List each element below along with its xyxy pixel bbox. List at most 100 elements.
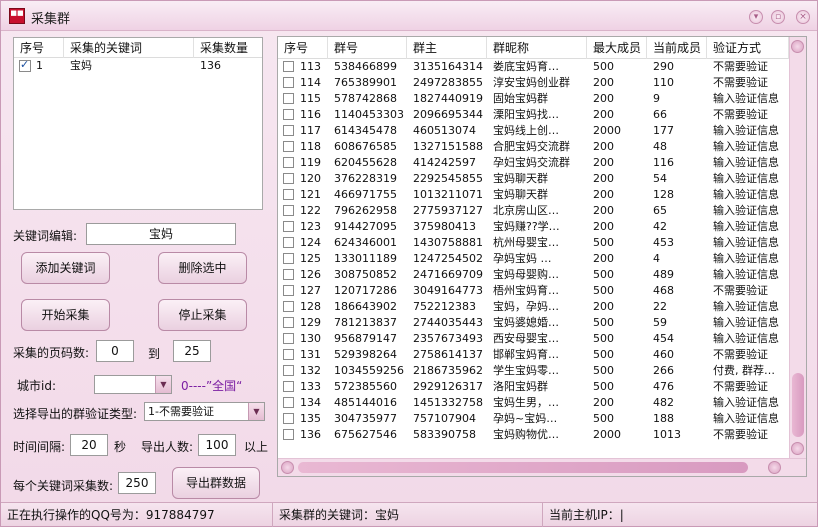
table-row[interactable]: 131 529398264 2758614137 邯郸宝妈育… 500 460 不需要验证 <box>278 347 806 363</box>
table-row[interactable]: 118 608676585 1327151588 合肥宝妈交流群 200 48 输入验证信息 <box>278 139 806 155</box>
table-row[interactable]: 126 308750852 2471669709 宝妈母婴购… 500 489 输入验证信息 <box>278 267 806 283</box>
row-checkbox[interactable] <box>283 61 294 72</box>
row-checkbox[interactable] <box>283 349 294 360</box>
pages-to-input[interactable]: 25 <box>173 340 211 362</box>
row-checkbox[interactable] <box>283 333 294 344</box>
keyword-list[interactable]: 序号 采集的关键词 采集数量 1 宝妈 136 <box>13 37 263 210</box>
group-nickname: 孕妈宝妈 … <box>493 252 552 265</box>
add-keyword-button[interactable]: 添加关键词 <box>21 252 110 284</box>
group-max-members: 200 <box>593 396 614 409</box>
group-verify: 不需要验证 <box>713 284 768 297</box>
row-checkbox[interactable] <box>283 381 294 392</box>
group-seq: 121 <box>300 188 321 201</box>
table-row[interactable]: 135 304735977 757107904 孕妈~宝妈… 500 188 输入验证信息 <box>278 411 806 427</box>
minimize-icon[interactable]: ▾ <box>749 10 763 24</box>
start-collect-button[interactable]: 开始采集 <box>21 299 110 331</box>
group-verify: 输入验证信息 <box>713 412 779 425</box>
chevron-down-icon[interactable]: ▼ <box>248 403 264 420</box>
row-checkbox[interactable] <box>283 93 294 104</box>
row-checkbox[interactable] <box>283 77 294 88</box>
row-checkbox[interactable] <box>283 397 294 408</box>
horizontal-scrollbar[interactable] <box>278 458 806 476</box>
city-hint-link[interactable]: 0----”全国“ <box>181 377 242 394</box>
group-owner: 2357673493 <box>413 332 483 345</box>
table-row[interactable]: 121 466971755 1013211071 宝妈聊天群 200 128 输入验证信息 <box>278 187 806 203</box>
group-table[interactable]: 序号 群号 群主 群昵称 最大成员 当前成员 验证方式 113 538466899 313516… <box>277 36 807 477</box>
table-row[interactable]: 120 376228319 2292545855 宝妈聊天群 200 54 输入验证信息 <box>278 171 806 187</box>
scroll-left-icon[interactable] <box>281 461 294 474</box>
keyword-row[interactable]: 1 宝妈 136 <box>14 58 262 75</box>
table-row[interactable]: 114 765389901 2497283855 淳安宝妈创业群 200 110 不需要验证 <box>278 75 806 91</box>
row-checkbox[interactable] <box>283 109 294 120</box>
col-verify[interactable]: 验证方式 <box>707 37 789 59</box>
pages-from-input[interactable]: 0 <box>96 340 134 362</box>
vertical-scrollbar[interactable] <box>789 37 806 458</box>
row-checkbox[interactable] <box>283 205 294 216</box>
table-row[interactable]: 117 614345478 460513074 宝妈线上创… 2000 177 输入验证信息 <box>278 123 806 139</box>
row-checkbox[interactable] <box>283 189 294 200</box>
table-row[interactable]: 133 572385560 2929126317 洛阳宝妈群 500 476 不需要验证 <box>278 379 806 395</box>
per-keyword-input[interactable]: 250 <box>118 472 156 494</box>
export-count-input[interactable]: 100 <box>198 434 236 456</box>
city-select[interactable]: ▼ <box>94 375 172 394</box>
close-icon[interactable]: × <box>796 10 810 24</box>
keyword-list-header: 序号 采集的关键词 采集数量 <box>14 38 262 58</box>
export-data-button[interactable]: 导出群数据 <box>172 467 260 499</box>
table-row[interactable]: 115 578742868 1827440919 固始宝妈群 200 9 输入验证信息 <box>278 91 806 107</box>
table-row[interactable]: 119 620455628 414242597 孕妇宝妈交流群 200 116 输入验证信息 <box>278 155 806 171</box>
row-checkbox[interactable] <box>283 141 294 152</box>
row-checkbox[interactable] <box>283 221 294 232</box>
row-checkbox[interactable] <box>283 285 294 296</box>
row-checkbox[interactable] <box>283 429 294 440</box>
horizontal-scroll-thumb[interactable] <box>298 462 748 473</box>
table-row[interactable]: 127 120717286 3049164773 梧州宝妈育… 500 468 不需要验证 <box>278 283 806 299</box>
interval-unit: 秒 <box>114 440 127 454</box>
col-max-members[interactable]: 最大成员 <box>587 37 647 59</box>
row-checkbox[interactable] <box>283 125 294 136</box>
table-row[interactable]: 129 781213837 2744035443 宝妈婆媳婚… 500 59 输入验证信息 <box>278 315 806 331</box>
table-row[interactable]: 136 675627546 583390758 宝妈购物优… 2000 1013 不需要验证 <box>278 427 806 443</box>
scroll-up-icon[interactable] <box>791 40 804 53</box>
table-row[interactable]: 124 624346001 1430758881 杭州母婴宝… 500 453 输入验证信息 <box>278 235 806 251</box>
table-row[interactable]: 125 133011189 1247254502 孕妈宝妈 … 200 4 输入验证信息 <box>278 251 806 267</box>
col-current-members[interactable]: 当前成员 <box>647 37 707 59</box>
stop-collect-button[interactable]: 停止采集 <box>158 299 247 331</box>
delete-selected-button[interactable]: 删除选中 <box>158 252 247 284</box>
group-id: 120717286 <box>334 284 397 297</box>
col-count[interactable]: 采集数量 <box>194 38 264 58</box>
table-row[interactable]: 116 1140453303 2096695344 溧阳宝妈找… 200 66 不需要验证 <box>278 107 806 123</box>
verify-type-select[interactable]: 1-不需要验证 ▼ <box>144 402 265 421</box>
row-checkbox[interactable] <box>283 157 294 168</box>
col-group-id[interactable]: 群号 <box>328 37 407 59</box>
row-checkbox[interactable] <box>283 253 294 264</box>
row-checkbox[interactable] <box>283 301 294 312</box>
row-checkbox[interactable] <box>283 365 294 376</box>
restore-icon[interactable]: ▫ <box>771 10 785 24</box>
keyword-row-checkbox[interactable] <box>19 58 31 72</box>
col-keyword[interactable]: 采集的关键词 <box>64 38 194 58</box>
row-checkbox[interactable] <box>283 317 294 328</box>
scroll-right-icon[interactable] <box>768 461 781 474</box>
table-row[interactable]: 130 956879147 2357673493 西安母婴宝… 500 454 输入验证信息 <box>278 331 806 347</box>
table-row[interactable]: 122 796262958 2775937127 北京房山区… 200 65 输入验证信息 <box>278 203 806 219</box>
row-checkbox[interactable] <box>283 237 294 248</box>
group-owner: 2096695344 <box>413 108 483 121</box>
table-row[interactable]: 132 1034559256 2186735962 学生宝妈零… 500 266 付费, 群… <box>278 363 806 379</box>
col-seq[interactable]: 序号 <box>278 37 328 59</box>
vertical-scroll-thumb[interactable] <box>792 373 804 437</box>
row-checkbox[interactable] <box>283 269 294 280</box>
row-checkbox[interactable] <box>283 413 294 424</box>
col-owner[interactable]: 群主 <box>407 37 487 59</box>
col-nickname[interactable]: 群昵称 <box>487 37 587 59</box>
group-owner: 3135164314 <box>413 60 483 73</box>
table-row[interactable]: 123 914427095 375980413 宝妈赚??学… 200 42 输入验证信息 <box>278 219 806 235</box>
col-no[interactable]: 序号 <box>14 38 64 58</box>
table-row[interactable]: 134 485144016 1451332758 宝妈生男，… 200 482 输入验证信息 <box>278 395 806 411</box>
scroll-down-icon[interactable] <box>791 442 804 455</box>
table-row[interactable]: 113 538466899 3135164314 娄底宝妈育… 500 290 不需要验证 <box>278 59 806 75</box>
interval-input[interactable]: 20 <box>70 434 108 456</box>
table-row[interactable]: 128 186643902 752212383 宝妈，孕妈… 200 22 输入验证信息 <box>278 299 806 315</box>
row-checkbox[interactable] <box>283 173 294 184</box>
chevron-down-icon[interactable]: ▼ <box>155 376 171 393</box>
keyword-edit-input[interactable]: 宝妈 <box>86 223 236 245</box>
